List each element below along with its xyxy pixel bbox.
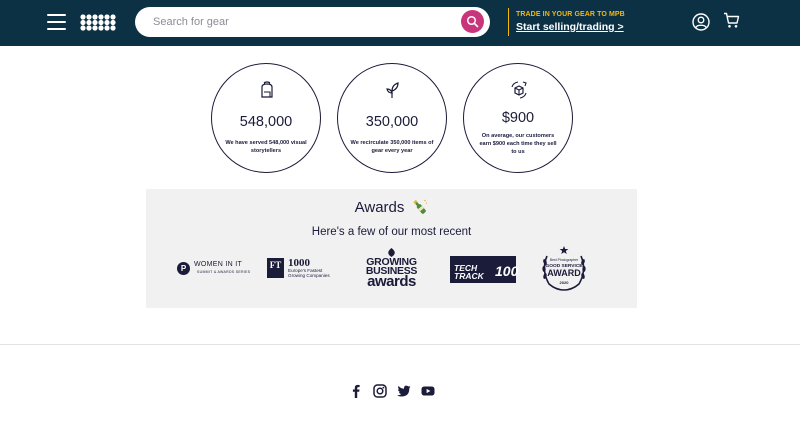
awards-subtitle: Here's a few of our most recent	[311, 226, 472, 238]
backpack-icon	[261, 81, 273, 98]
awards-title-text: Awards	[354, 198, 405, 216]
footer-divider	[0, 344, 800, 345]
growing-business-awards-logo: GROWING BUSINESS awards	[357, 247, 426, 291]
search-bar	[135, 7, 490, 37]
stat-value: 548,000	[239, 114, 293, 130]
sprout-icon	[386, 82, 399, 98]
ft-mark: FT	[267, 258, 284, 278]
good-service-top: Best Photographer	[550, 258, 579, 262]
header-divider	[508, 8, 509, 36]
good-service-line-2: AWARD	[547, 268, 581, 278]
top-navigation-bar: TRADE IN YOUR GEAR TO MPB Start selling/…	[0, 0, 800, 46]
stat-description: We recirculate 350,000 items of gear eve…	[350, 140, 434, 154]
champagne-bottle-icon	[413, 199, 428, 214]
stat-description: On average, our customers earn $900 each…	[479, 133, 557, 155]
women-in-it-title: WOMEN IN IT	[194, 261, 243, 268]
stat-items-recirculated: 350,000 We recirculate 350,000 items of …	[337, 63, 447, 173]
awards-heading: Awards	[146, 198, 637, 216]
recycle-box-icon	[511, 81, 527, 99]
tech-track-number: 100	[495, 263, 519, 279]
twitter-icon[interactable]	[397, 384, 411, 398]
stat-value: $900	[501, 110, 535, 126]
start-selling-link[interactable]: Start selling/trading >	[516, 21, 624, 33]
instagram-icon[interactable]	[373, 384, 387, 398]
cart-icon[interactable]	[723, 12, 740, 29]
tech-track-line-2: TRACK	[454, 271, 484, 281]
stat-visual-storytellers: 548,000 We have served 548,000 visual st…	[211, 63, 321, 173]
women-in-it-subtitle: SUMMIT & AWARDS SERIES	[197, 270, 251, 274]
good-service-year: 2020	[560, 280, 570, 285]
search-button[interactable]	[461, 10, 484, 33]
good-service-award-logo: Best Photographer GOOD SERVICE AWARD 202…	[542, 246, 586, 291]
stat-average-earnings: $900 On average, our customers earn $900…	[463, 63, 573, 173]
mpb-logo[interactable]	[80, 14, 117, 31]
ft-line-2: Growing Companies	[288, 273, 330, 278]
tech-track-100-logo: TECH TRACK 100	[450, 256, 519, 283]
growing-business-line-3: awards	[367, 273, 416, 290]
youtube-icon[interactable]	[421, 384, 435, 398]
ft1000-award-logo: FT 1000 Europe's Fastest Growing Compani…	[267, 257, 337, 280]
stat-value: 350,000	[365, 114, 419, 130]
awards-section: Awards Here's a few of our most recent P…	[146, 189, 637, 308]
account-icon[interactable]	[692, 13, 710, 31]
women-in-it-award-logo: P WOMEN IN IT SUMMIT & AWARDS SERIES	[177, 261, 250, 277]
menu-icon[interactable]	[47, 14, 66, 30]
stat-description: We have served 548,000 visual storytelle…	[225, 140, 307, 154]
search-icon	[466, 15, 479, 28]
women-in-it-mark: P	[177, 262, 190, 275]
trade-in-text: TRADE IN YOUR GEAR TO MPB	[516, 11, 625, 18]
search-input[interactable]	[153, 14, 453, 30]
facebook-icon[interactable]	[349, 384, 363, 398]
